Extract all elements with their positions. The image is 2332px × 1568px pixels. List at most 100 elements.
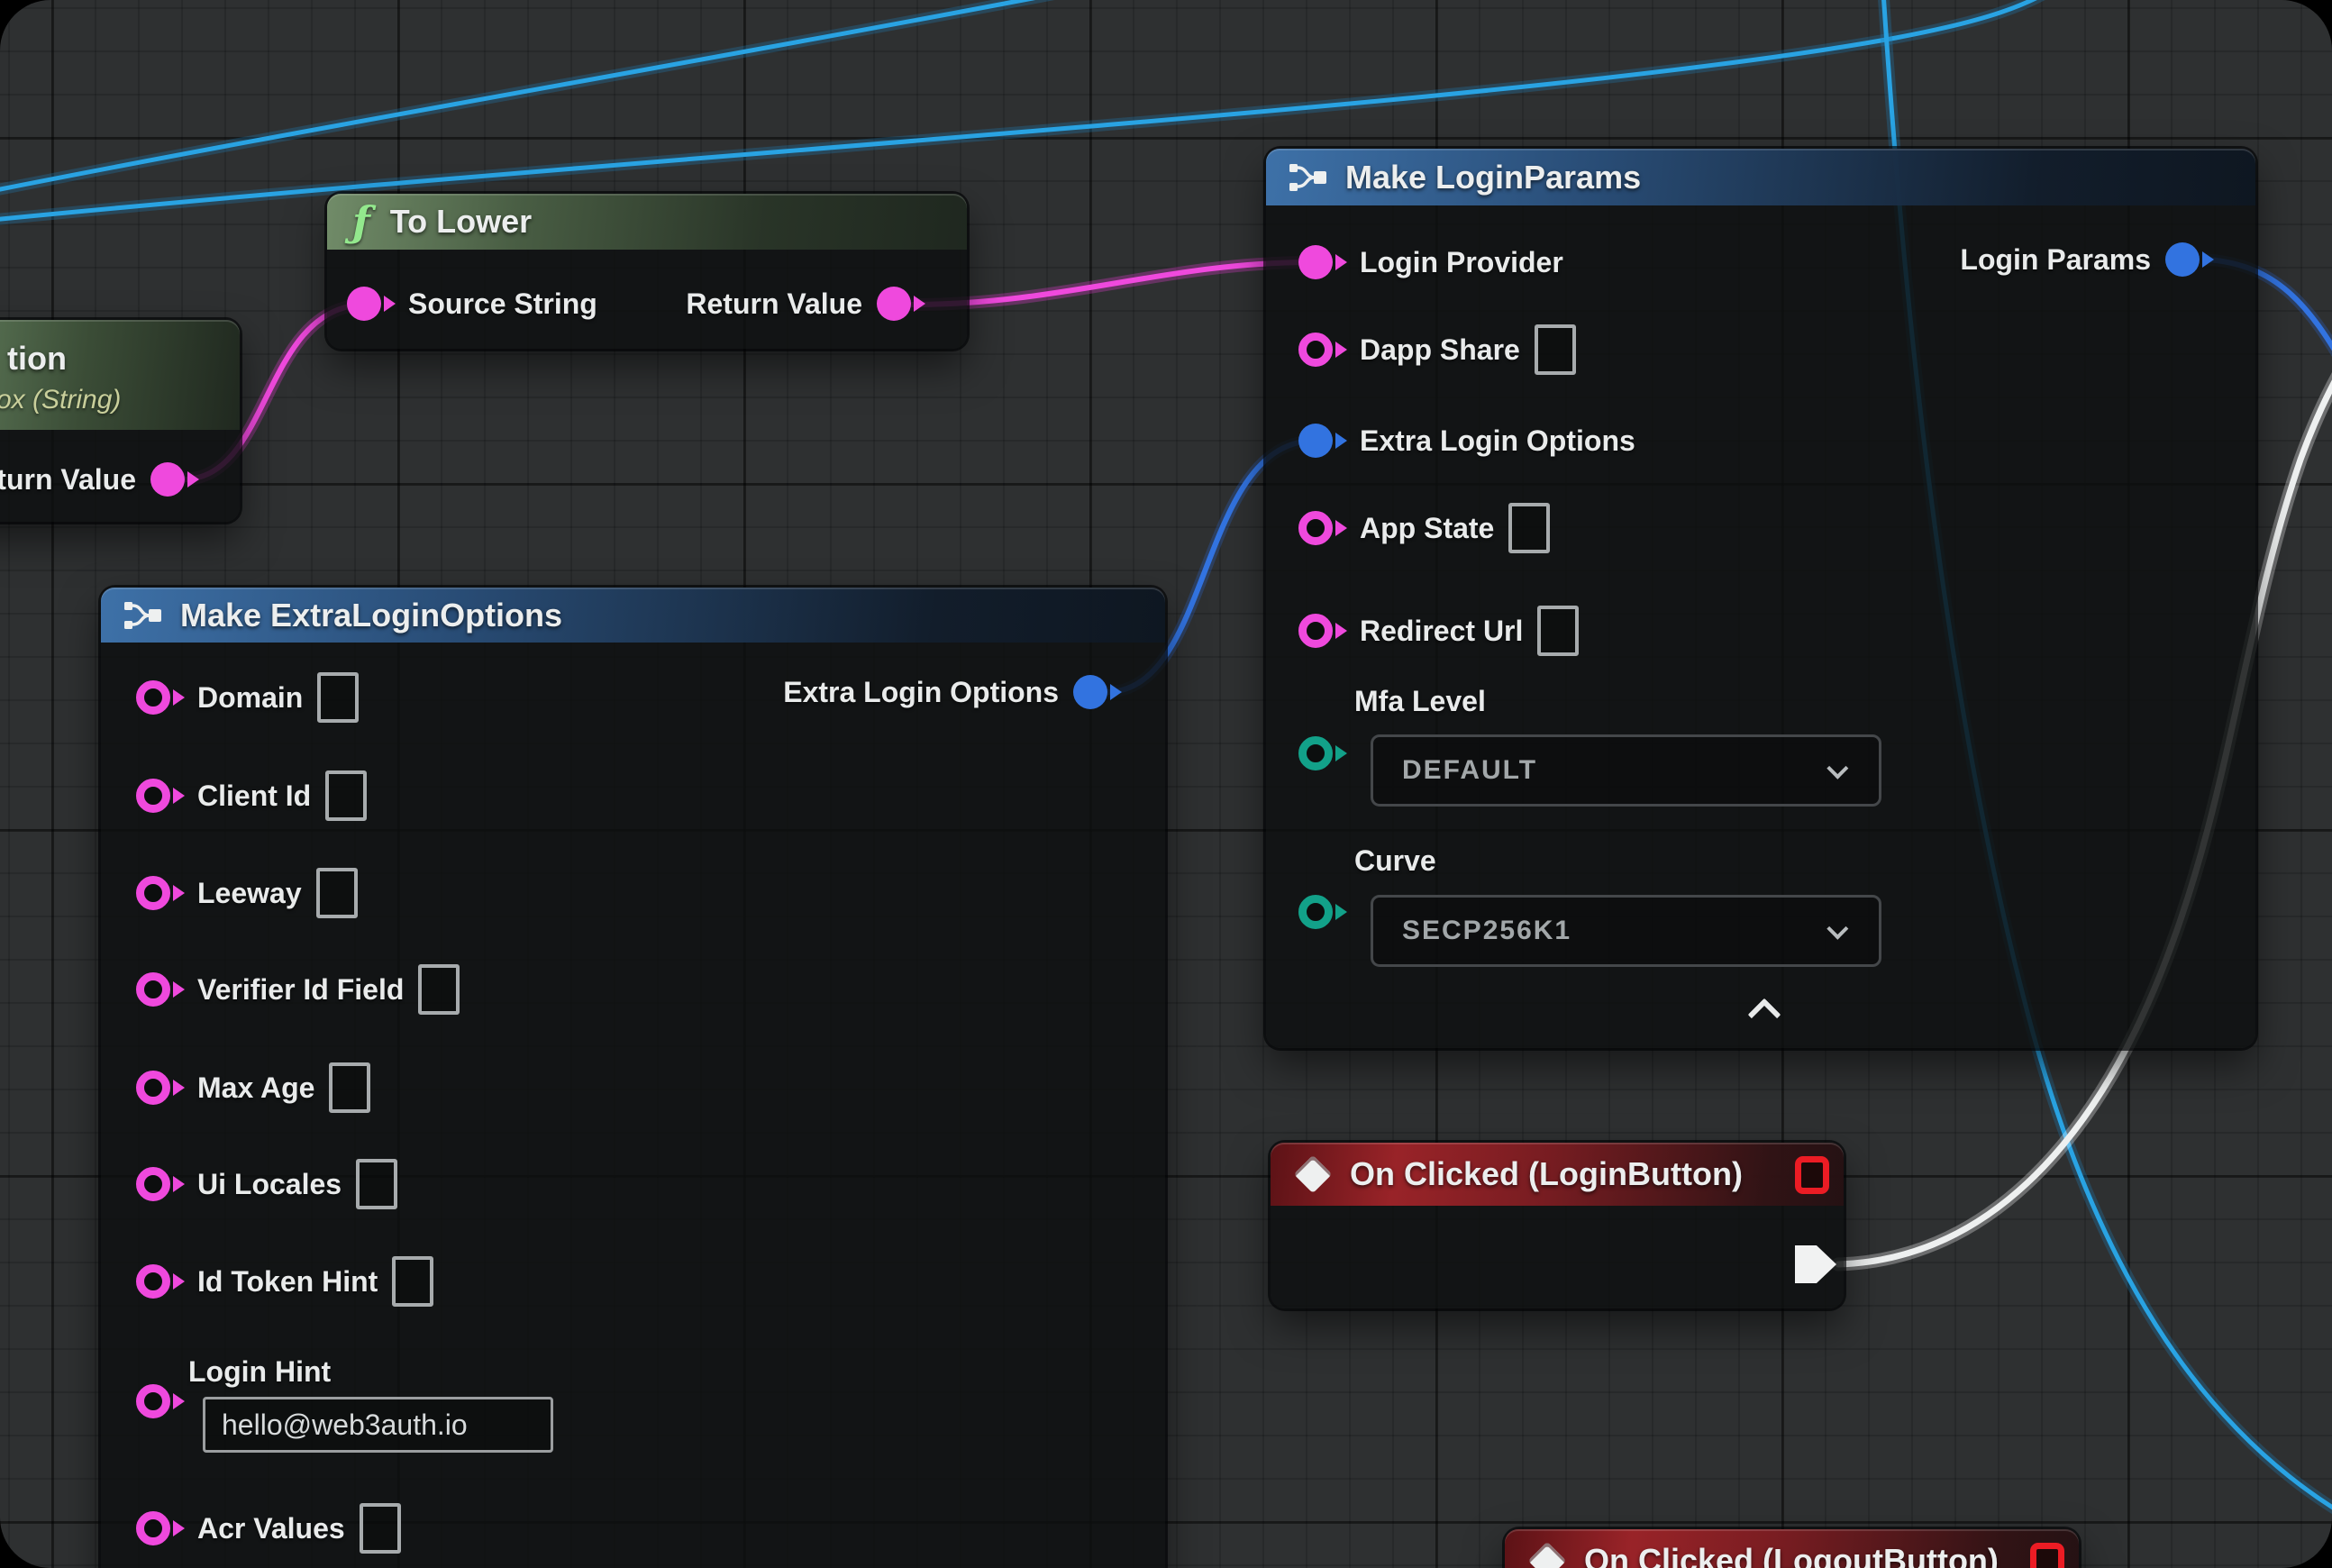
pin-label: Source String — [408, 287, 597, 321]
domain-input-pin[interactable] — [136, 680, 183, 715]
event-diamond-icon — [1294, 1155, 1332, 1193]
pin-row-login-provider: Login Provider — [1298, 235, 1563, 289]
ui-locales-default-checkbox[interactable] — [356, 1159, 397, 1209]
node-make-extra-login-options-title: Make ExtraLoginOptions — [180, 597, 562, 634]
pin-row-login-params-out: Login Params — [1960, 232, 2212, 287]
node-partial-function-header[interactable]: tion ox (String) — [0, 320, 240, 430]
curve-input-pin[interactable] — [1298, 895, 1345, 929]
pin-row-ui-locales: Ui Locales — [136, 1157, 397, 1211]
pin-row-domain: Domain — [136, 670, 359, 725]
source-string-input-pin[interactable] — [347, 287, 394, 321]
pin-label: Return Value — [686, 287, 862, 321]
pin-row-id-token-hint: Id Token Hint — [136, 1254, 433, 1308]
widget-event-red-box-icon[interactable] — [1795, 1156, 1829, 1194]
client-id-input-pin[interactable] — [136, 779, 183, 813]
node-to-lower-title: To Lower — [390, 203, 532, 241]
max-age-default-checkbox[interactable] — [329, 1062, 370, 1113]
pin-row-dapp-share: Dapp Share — [1298, 323, 1576, 377]
extra-login-options-output-pin[interactable] — [1073, 675, 1120, 709]
dapp-share-input-pin[interactable] — [1298, 333, 1345, 367]
pin-row-extra-login-options-in: Extra Login Options — [1298, 414, 1635, 468]
node-partial-function-title: tion — [7, 340, 67, 378]
return-value-output-pin[interactable] — [877, 287, 924, 321]
pin-label: Login Params — [1960, 243, 2151, 277]
pin-row-client-id: Client Id — [136, 769, 367, 823]
redirect-url-input-pin[interactable] — [1298, 614, 1345, 648]
collapse-node-chevron-icon[interactable] — [1748, 998, 1781, 1032]
node-make-login-params-title: Make LoginParams — [1345, 159, 1641, 196]
node-on-clicked-logout-title: On Clicked (LogoutButton) — [1584, 1542, 1999, 1568]
node-on-clicked-logout-button[interactable]: On Clicked (LogoutButton) — [1505, 1529, 2079, 1568]
verifier-id-field-default-checkbox[interactable] — [418, 964, 460, 1015]
verifier-id-field-input-pin[interactable] — [136, 972, 183, 1007]
pin-row-return-value-partial: Return Value — [0, 452, 197, 506]
login-hint-input-pin[interactable] — [136, 1384, 183, 1418]
mfa-level-dropdown[interactable]: DEFAULT — [1371, 734, 1881, 807]
pin-row-max-age: Max Age — [136, 1061, 370, 1115]
pin-label: Extra Login Options — [1360, 424, 1635, 458]
ui-locales-input-pin[interactable] — [136, 1167, 183, 1201]
pin-label: Acr Values — [197, 1512, 345, 1545]
widget-event-red-box-icon[interactable] — [2030, 1543, 2064, 1568]
pin-row-verifier-id-field: Verifier Id Field — [136, 962, 460, 1016]
chevron-down-icon — [1826, 917, 1848, 939]
extra-login-options-input-pin[interactable] — [1298, 424, 1345, 458]
login-params-output-pin[interactable] — [2165, 242, 2212, 277]
node-to-lower-header[interactable]: ƒ To Lower — [327, 194, 967, 250]
pin-label: Extra Login Options — [783, 676, 1059, 709]
leeway-input-pin[interactable] — [136, 876, 183, 910]
dapp-share-default-checkbox[interactable] — [1535, 324, 1576, 375]
id-token-hint-input-pin[interactable] — [136, 1264, 183, 1299]
blueprint-graph-canvas[interactable]: tion ox (String) Return Value ƒ To Lower… — [0, 0, 2332, 1568]
pin-label: App State — [1360, 512, 1494, 545]
max-age-input-pin[interactable] — [136, 1071, 183, 1105]
login-provider-input-pin[interactable] — [1298, 245, 1345, 279]
acr-values-input-pin[interactable] — [136, 1511, 183, 1545]
node-on-clicked-login-header[interactable]: On Clicked (LoginButton) — [1271, 1143, 1844, 1206]
make-struct-icon — [1288, 160, 1329, 196]
pin-row-extra-login-options-out: Extra Login Options — [783, 665, 1120, 719]
pin-label: Max Age — [197, 1071, 314, 1105]
node-make-login-params[interactable]: Make LoginParams Login Provider Dapp Sha… — [1266, 149, 2255, 1048]
pin-row-source-string: Source String — [347, 277, 597, 331]
mfa-level-value: DEFAULT — [1373, 755, 1827, 786]
pin-row-return-value: Return Value — [686, 277, 924, 331]
pin-label: Domain — [197, 681, 303, 715]
node-on-clicked-login-button[interactable]: On Clicked (LoginButton) — [1271, 1143, 1844, 1308]
chevron-down-icon — [1826, 757, 1848, 779]
node-to-lower[interactable]: ƒ To Lower Source String Return Value — [327, 194, 967, 349]
return-value-output-pin[interactable] — [150, 462, 197, 497]
app-state-default-checkbox[interactable] — [1508, 503, 1550, 553]
pin-row-acr-values: Acr Values — [136, 1501, 401, 1555]
pin-row-app-state: App State — [1298, 501, 1550, 555]
node-on-clicked-login-title: On Clicked (LoginButton) — [1350, 1155, 1743, 1193]
domain-default-checkbox[interactable] — [317, 672, 359, 723]
curve-label: Curve — [1354, 844, 1436, 878]
pin-row-leeway: Leeway — [136, 866, 358, 920]
exec-output-pin[interactable] — [1795, 1245, 1836, 1283]
node-on-clicked-logout-header[interactable]: On Clicked (LogoutButton) — [1505, 1529, 2079, 1568]
login-hint-label: Login Hint — [188, 1355, 331, 1389]
node-make-extra-login-options[interactable]: Make ExtraLoginOptions Domain Client Id … — [101, 588, 1165, 1568]
pin-label: Leeway — [197, 877, 302, 910]
mfa-level-input-pin[interactable] — [1298, 736, 1345, 770]
app-state-input-pin[interactable] — [1298, 511, 1345, 545]
client-id-default-checkbox[interactable] — [325, 770, 367, 821]
id-token-hint-default-checkbox[interactable] — [392, 1256, 433, 1307]
leeway-default-checkbox[interactable] — [316, 868, 358, 918]
node-make-login-params-header[interactable]: Make LoginParams — [1266, 149, 2255, 205]
mfa-level-label: Mfa Level — [1354, 685, 1486, 718]
pin-label: Redirect Url — [1360, 615, 1523, 648]
acr-values-default-checkbox[interactable] — [360, 1503, 401, 1554]
curve-value: SECP256K1 — [1373, 916, 1827, 946]
pin-label: Return Value — [0, 463, 136, 497]
pin-label: Verifier Id Field — [197, 973, 404, 1007]
node-partial-function-subtitle: ox (String) — [0, 385, 121, 415]
pin-label: Id Token Hint — [197, 1265, 378, 1299]
pin-label: Client Id — [197, 779, 311, 813]
curve-dropdown[interactable]: SECP256K1 — [1371, 895, 1881, 967]
node-partial-function[interactable]: tion ox (String) Return Value — [0, 320, 240, 522]
redirect-url-default-checkbox[interactable] — [1537, 606, 1579, 656]
login-hint-input[interactable] — [203, 1397, 553, 1453]
node-make-extra-login-options-header[interactable]: Make ExtraLoginOptions — [101, 588, 1165, 643]
